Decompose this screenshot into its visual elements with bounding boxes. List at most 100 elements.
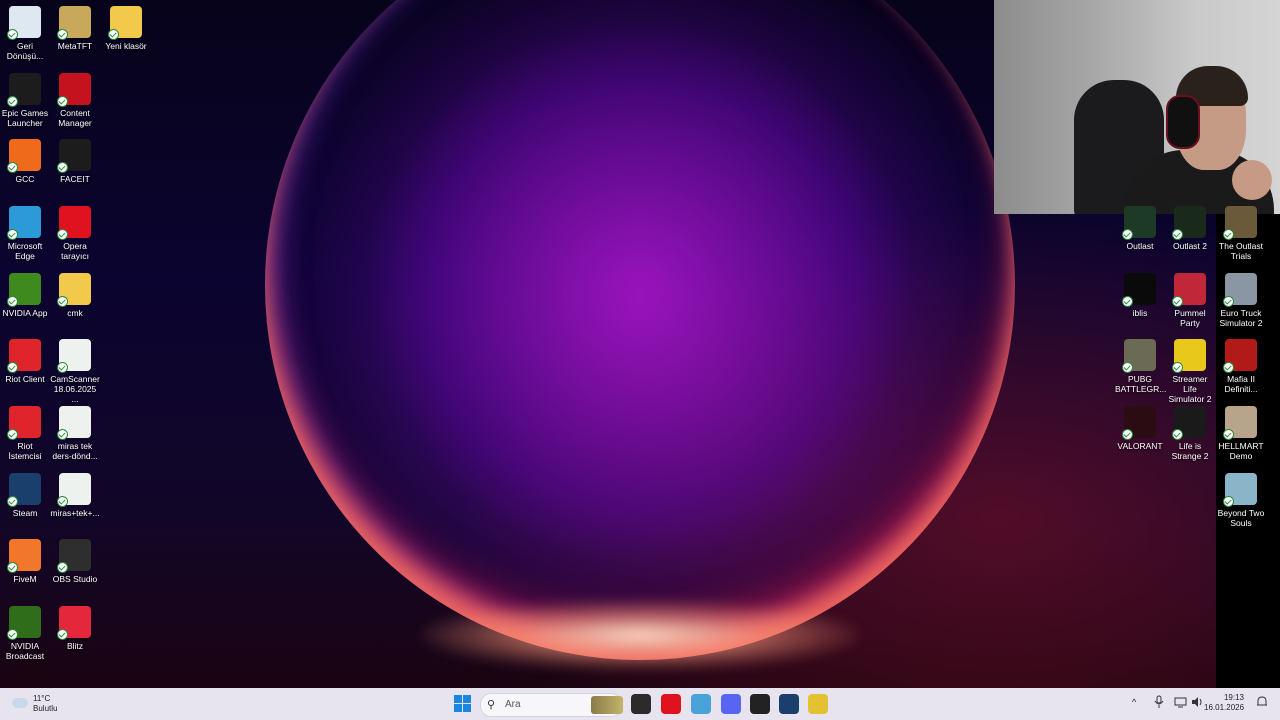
desktop-icon-label: Outlast 2	[1172, 241, 1208, 251]
opera-icon	[57, 206, 91, 240]
blitz-icon	[57, 606, 91, 640]
desktop-icon[interactable]: Content Manager	[50, 73, 100, 128]
desktop-icon[interactable]: Opera tarayıcı	[50, 206, 100, 261]
desktop-icon[interactable]: Yeni klasör	[101, 6, 151, 51]
desktop-icon-label: HELLMART Demo	[1218, 441, 1264, 461]
desktop-icon[interactable]: The Outlast Trials	[1216, 206, 1266, 261]
desktop-icon-label: The Outlast Trials	[1219, 241, 1263, 261]
sync-check-icon	[57, 562, 68, 573]
desktop-icon-label: Steam	[12, 508, 38, 518]
desktop-icon[interactable]: Geri Dönüşü...	[0, 6, 50, 61]
desktop-icon-label: OBS Studio	[52, 574, 98, 584]
desktop-icon[interactable]: NVIDIA App	[0, 273, 50, 318]
clock-time: 19:13	[1223, 693, 1244, 702]
desktop-icon[interactable]: Blitz	[50, 606, 100, 651]
desktop-icon-label: Pummel Party	[1174, 308, 1206, 328]
sync-check-icon	[1122, 296, 1133, 307]
desktop-icon[interactable]: MetaTFT	[50, 6, 100, 51]
desktop-icon[interactable]: Euro Truck Simulator 2	[1216, 273, 1266, 328]
desktop-icon[interactable]: Beyond Two Souls	[1216, 473, 1266, 528]
hellmart-icon	[1223, 406, 1257, 440]
desktop-icon[interactable]: Microsoft Edge	[0, 206, 50, 261]
valorant-icon	[1122, 406, 1156, 440]
network-icon[interactable]	[1174, 696, 1188, 708]
wallpaper-orb-glow	[420, 600, 860, 670]
nvidia-broadcast-icon	[7, 606, 41, 640]
file-explorer-icon[interactable]	[631, 694, 651, 714]
desktop-icon[interactable]: NVIDIA Broadcast	[0, 606, 50, 661]
desktop-icon[interactable]: Life is Strange 2	[1165, 406, 1215, 461]
app-icon[interactable]	[691, 694, 711, 714]
sync-check-icon	[7, 362, 18, 373]
sync-check-icon	[1122, 229, 1133, 240]
desktop-icon[interactable]: Steam	[0, 473, 50, 518]
tray-overflow-chevron[interactable]: ^	[1132, 697, 1136, 717]
gcc-icon	[7, 139, 41, 173]
metatft-icon	[57, 6, 91, 40]
desktop-icon[interactable]: Outlast	[1115, 206, 1165, 251]
sync-check-icon	[7, 629, 18, 640]
webcam-overlay	[994, 0, 1280, 214]
start-button[interactable]	[454, 695, 472, 713]
desktop-icon[interactable]: CamScanner 18.06.2025 ...	[50, 339, 100, 404]
microphone-icon[interactable]	[1154, 695, 1164, 709]
desktop-icon[interactable]: HELLMART Demo	[1216, 406, 1266, 461]
obs-icon[interactable]	[750, 694, 770, 714]
pummel-party-icon	[1172, 273, 1206, 307]
desktop-icon[interactable]: miras tek ders-dönd...	[50, 406, 100, 461]
desktop-icon[interactable]: Mafia II Definiti...	[1216, 339, 1266, 394]
desktop-icon[interactable]: FACEIT	[50, 139, 100, 184]
desktop-icon[interactable]: OBS Studio	[50, 539, 100, 584]
desktop-icon[interactable]: FiveM	[0, 539, 50, 584]
fivem-icon	[7, 539, 41, 573]
desktop-icon[interactable]: Riot İstemcisi	[0, 406, 50, 461]
taskbar-clock[interactable]: 19:13 16.01.2026	[1204, 693, 1244, 713]
taskbar-search[interactable]: ⚲ Ara	[480, 693, 623, 717]
desktop-icon[interactable]: Pummel Party	[1165, 273, 1215, 328]
desktop-icon[interactable]: VALORANT	[1115, 406, 1165, 451]
desktop-icon[interactable]: miras+tek+...	[50, 473, 100, 518]
windows-logo-icon	[463, 704, 471, 712]
discord-icon[interactable]	[721, 694, 741, 714]
fivem-icon[interactable]	[808, 694, 828, 714]
sync-check-icon	[1223, 496, 1234, 507]
desktop-icon-label: Riot İstemcisi	[8, 441, 42, 461]
desktop-icon[interactable]: GCC	[0, 139, 50, 184]
sync-check-icon	[1223, 296, 1234, 307]
sync-check-icon	[57, 229, 68, 240]
sync-check-icon	[1223, 229, 1234, 240]
desktop-icon-label: Geri Dönüşü...	[6, 41, 44, 61]
desktop-icon[interactable]: Outlast 2	[1165, 206, 1215, 251]
desktop-icon[interactable]: Epic Games Launcher	[0, 73, 50, 128]
sync-check-icon	[1172, 229, 1183, 240]
sync-check-icon	[57, 429, 68, 440]
desktop-icon-label: FiveM	[13, 574, 37, 584]
steam-icon	[7, 473, 41, 507]
desktop-icon[interactable]: cmk	[50, 273, 100, 318]
weather-widget[interactable]: 11°C Bulutlu	[10, 693, 80, 713]
riot-icon	[7, 339, 41, 373]
content-manager-icon	[57, 73, 91, 107]
volume-icon[interactable]	[1191, 696, 1203, 708]
folder-icon	[108, 6, 142, 40]
desktop-icon[interactable]: iblis	[1115, 273, 1165, 318]
desktop-icon-label: GCC	[15, 174, 35, 184]
windows-logo-icon	[463, 695, 471, 703]
desktop-icon[interactable]: PUBG BATTLEGR...	[1115, 339, 1166, 394]
desktop-icon-label: Riot Client	[5, 374, 45, 384]
iblis-icon	[1122, 273, 1156, 307]
notification-bell-icon[interactable]	[1256, 695, 1268, 709]
taskbar: 11°C Bulutlu ⚲ Ara ^ 19:13 16.01.2026	[0, 688, 1280, 720]
desktop-icon-label: FACEIT	[60, 174, 90, 184]
desktop-icon-label: Mafia II Definiti...	[1224, 374, 1258, 394]
epic-games-icon	[7, 73, 41, 107]
opera-icon[interactable]	[661, 694, 681, 714]
desktop-icon[interactable]: Riot Client	[0, 339, 50, 384]
steam-icon[interactable]	[779, 694, 799, 714]
document-icon	[57, 406, 91, 440]
sync-check-icon	[57, 629, 68, 640]
desktop-icon[interactable]: Streamer Life Simulator 2	[1165, 339, 1215, 404]
desktop-icon-label: CamScanner 18.06.2025 ...	[50, 374, 100, 404]
sync-check-icon	[7, 29, 18, 40]
desktop-icon-label: NVIDIA App	[2, 308, 48, 318]
